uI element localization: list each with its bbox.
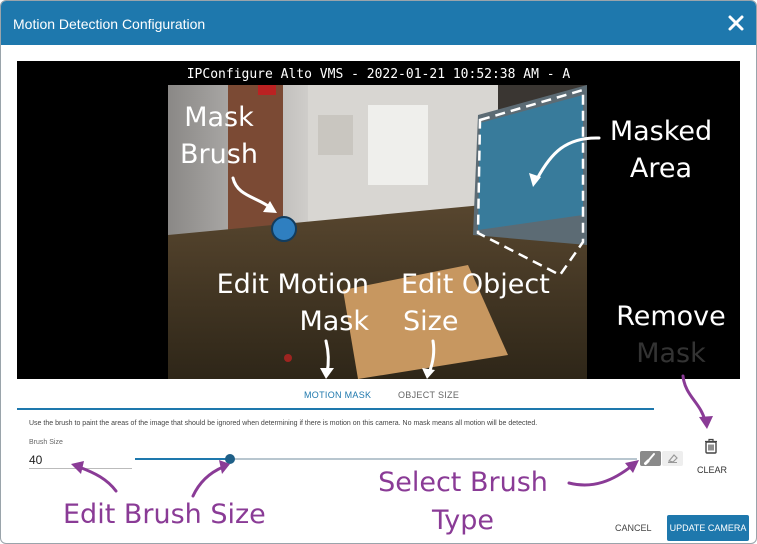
eraser-tool-button[interactable] — [662, 451, 683, 466]
brush-tool-button[interactable] — [640, 451, 661, 466]
annotation-edit-motion-mask-line2: Mask — [299, 306, 369, 337]
brush-size-input[interactable] — [29, 449, 132, 469]
annotation-masked-area-line2: Area — [629, 153, 693, 184]
tab-underline — [17, 408, 654, 410]
annotation-edit-object-size: Edit Object Size — [401, 266, 576, 340]
tab-object-size[interactable]: OBJECT SIZE — [398, 390, 459, 400]
annotation-remove-mask: Remove Mask — [603, 298, 739, 372]
annotation-edit-motion-mask-line1: Edit Motion — [216, 269, 369, 300]
annotation-select-brush-type-line2: Type — [431, 505, 494, 536]
annotation-masked-area-line1: Masked — [609, 116, 713, 147]
eraser-icon — [667, 454, 678, 463]
brush-size-slider-thumb[interactable] — [225, 454, 235, 464]
annotation-select-brush-type: Select Brush Type — [363, 464, 563, 540]
annotation-edit-motion-mask: Edit Motion Mask — [181, 266, 369, 340]
annotation-masked-area: Masked Area — [597, 113, 725, 187]
annotation-mask-brush-line1: Mask — [184, 102, 254, 133]
motion-detection-dialog: Motion Detection Configuration IPConfigu… — [0, 0, 757, 544]
video-timestamp-overlay: IPConfigure Alto VMS - 2022-01-21 10:52:… — [186, 67, 571, 82]
update-camera-button[interactable]: UPDATE CAMERA — [667, 515, 749, 541]
annotation-edit-object-size-line1: Edit Object — [401, 269, 550, 300]
annotation-select-brush-type-line1: Select Brush — [378, 467, 548, 498]
motion-mask-hint: Use the brush to paint the areas of the … — [29, 420, 538, 427]
cancel-button[interactable]: CANCEL — [615, 523, 652, 533]
annotation-edit-object-size-line2: Size — [403, 306, 459, 337]
close-icon[interactable] — [727, 14, 745, 32]
annotation-remove-mask-line2: Mask — [636, 338, 706, 369]
tab-motion-mask[interactable]: MOTION MASK — [304, 390, 371, 400]
paint-brush-icon — [644, 453, 655, 465]
trash-icon[interactable] — [704, 438, 718, 454]
annotation-edit-brush-size: Edit Brush Size — [63, 499, 266, 530]
annotation-remove-mask-line1: Remove — [616, 301, 726, 332]
brush-size-label: Brush Size — [29, 439, 63, 446]
dialog-title: Motion Detection Configuration — [13, 16, 206, 32]
annotation-mask-brush: Mask Brush — [169, 99, 269, 173]
brush-size-slider-fill — [135, 458, 230, 460]
annotation-mask-brush-line2: Brush — [180, 139, 258, 170]
dialog-titlebar: Motion Detection Configuration — [1, 1, 756, 45]
clear-mask-button[interactable]: CLEAR — [697, 465, 727, 475]
